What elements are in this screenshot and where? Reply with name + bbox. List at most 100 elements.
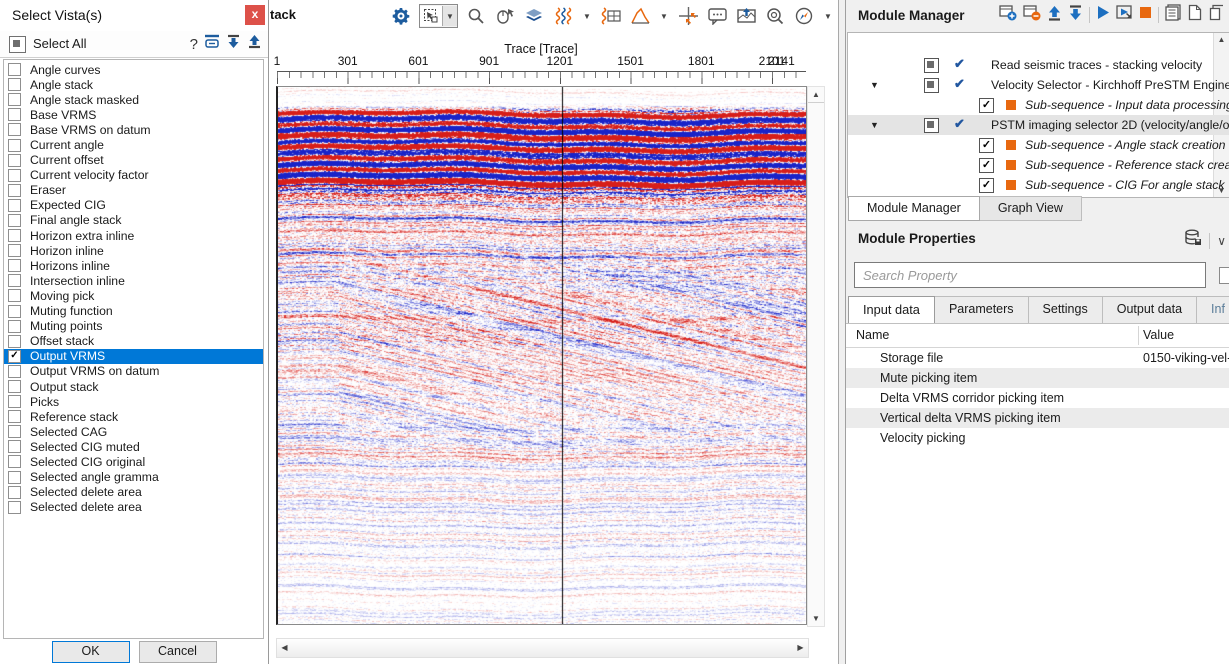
vista-item[interactable]: Horizons inline — [4, 258, 263, 273]
compass-dropdown-icon[interactable]: ▼ — [822, 12, 834, 21]
tab-inf[interactable]: Inf — [1197, 296, 1229, 324]
vista-item[interactable]: Current velocity factor — [4, 168, 263, 183]
histogram-dropdown-icon[interactable]: ▼ — [658, 12, 670, 21]
vista-item-checkbox[interactable] — [8, 501, 21, 514]
vista-item-checkbox[interactable] — [8, 274, 21, 287]
compass-icon[interactable] — [793, 5, 815, 27]
search-option-checkbox[interactable] — [1219, 267, 1229, 284]
vista-item-checkbox[interactable] — [8, 244, 21, 257]
scroll-right-icon[interactable]: ▶ — [793, 639, 808, 657]
tree-row[interactable]: ✓Sub-sequence - CIG For angle stack — [848, 175, 1229, 195]
select-region-tool[interactable]: ▼ — [419, 4, 458, 28]
scroll-up-icon[interactable]: ▲ — [1214, 35, 1229, 44]
search-property-input[interactable] — [854, 262, 1206, 288]
vista-item[interactable]: Base VRMS — [4, 107, 263, 122]
move-crosshair-icon[interactable] — [677, 5, 699, 27]
cancel-button[interactable]: Cancel — [139, 641, 217, 663]
layers-icon[interactable] — [523, 5, 545, 27]
close-icon[interactable]: x — [245, 5, 265, 25]
vista-item-checkbox[interactable] — [8, 395, 21, 408]
run-icon[interactable] — [1096, 5, 1110, 25]
select-all-checkbox[interactable] — [9, 36, 26, 53]
vista-item[interactable]: Muting points — [4, 319, 263, 334]
vista-item[interactable]: Selected CAG — [4, 424, 263, 439]
vista-item[interactable]: Eraser — [4, 183, 263, 198]
run-to-icon[interactable] — [1116, 5, 1134, 26]
module-tree[interactable]: ▲ ▼ ✔Read seismic traces - stacking velo… — [847, 32, 1229, 198]
tab-graph-view[interactable]: Graph View — [980, 196, 1082, 221]
vista-item-checkbox[interactable] — [8, 169, 21, 182]
vista-item-checkbox[interactable] — [8, 471, 21, 484]
scroll-up-icon[interactable]: ▲ — [808, 87, 824, 103]
tab-input-data[interactable]: Input data — [848, 296, 935, 324]
vista-item[interactable]: Selected CIG muted — [4, 439, 263, 454]
property-row[interactable]: Vertical delta VRMS picking item — [846, 408, 1229, 428]
vista-item-checkbox[interactable] — [8, 139, 21, 152]
database-save-icon[interactable] — [1184, 229, 1202, 252]
report-icon[interactable] — [1165, 4, 1182, 26]
tree-row[interactable]: ✔Read seismic traces - stacking velocity — [848, 55, 1229, 75]
vista-item[interactable]: ✓Output VRMS — [4, 349, 263, 364]
property-row[interactable]: Delta VRMS corridor picking item — [846, 388, 1229, 408]
vista-list[interactable]: Angle curvesAngle stackAngle stack maske… — [3, 59, 264, 639]
tab-parameters[interactable]: Parameters — [935, 296, 1029, 324]
zoom-icon[interactable] — [465, 5, 487, 27]
vista-item-checkbox[interactable] — [8, 78, 21, 91]
tree-checkbox[interactable]: ✓ — [979, 98, 994, 113]
tree-row[interactable]: ▼✔Velocity Selector - Kirchhoff PreSTM E… — [848, 75, 1229, 95]
histogram-icon[interactable] — [629, 5, 651, 27]
move-down-to-bar-icon[interactable] — [226, 34, 241, 54]
tree-checkbox[interactable] — [924, 58, 939, 73]
tree-row[interactable]: ✓Sub-sequence - Angle stack creation — [848, 135, 1229, 155]
vista-item[interactable]: Current offset — [4, 153, 263, 168]
vista-item[interactable]: Horizon extra inline — [4, 228, 263, 243]
expander-icon[interactable]: ▼ — [870, 120, 879, 130]
move-down-icon[interactable] — [1068, 5, 1083, 26]
chevron-down-icon[interactable]: ∨ — [1217, 234, 1226, 248]
mouse-interaction-icon[interactable] — [494, 5, 516, 27]
vista-item-checkbox[interactable] — [8, 259, 21, 272]
scroll-left-icon[interactable]: ◀ — [277, 639, 292, 657]
vista-item-checkbox[interactable] — [8, 108, 21, 121]
vista-item-checkbox[interactable] — [8, 365, 21, 378]
vista-item[interactable]: Expected CIG — [4, 198, 263, 213]
tree-checkbox[interactable]: ✓ — [979, 178, 994, 193]
vista-item[interactable]: Current angle — [4, 137, 263, 152]
vista-item-checkbox[interactable]: ✓ — [8, 350, 21, 363]
vista-item[interactable]: Angle stack masked — [4, 92, 263, 107]
vista-item-checkbox[interactable] — [8, 486, 21, 499]
select-region-icon[interactable] — [420, 6, 443, 26]
vista-item-checkbox[interactable] — [8, 184, 21, 197]
tree-checkbox[interactable]: ✓ — [979, 158, 994, 173]
settings-gear-icon[interactable] — [390, 5, 412, 27]
vista-item-checkbox[interactable] — [8, 199, 21, 212]
property-row[interactable]: Mute picking item — [846, 368, 1229, 388]
vista-item[interactable]: Base VRMS on datum — [4, 122, 263, 137]
vista-item-checkbox[interactable] — [8, 380, 21, 393]
horizontal-scrollbar[interactable]: ◀ ▶ — [276, 638, 809, 658]
move-up-icon[interactable] — [1047, 5, 1062, 26]
tab-settings[interactable]: Settings — [1029, 296, 1103, 324]
vista-item-checkbox[interactable] — [8, 289, 21, 302]
wiggle-display-icon[interactable] — [552, 5, 574, 27]
vista-item[interactable]: Selected CIG original — [4, 454, 263, 469]
property-row[interactable]: Storage file0150-viking-vel-s — [846, 348, 1229, 368]
loupe-icon[interactable] — [764, 5, 786, 27]
remove-module-icon[interactable] — [1023, 4, 1041, 26]
tree-checkbox[interactable] — [924, 118, 939, 133]
vista-item[interactable]: Angle curves — [4, 62, 263, 77]
ok-button[interactable]: OK — [52, 641, 130, 663]
vista-item[interactable]: Horizon inline — [4, 243, 263, 258]
vista-item[interactable]: Selected angle gramma — [4, 470, 263, 485]
new-document-icon[interactable] — [1188, 4, 1202, 26]
tree-row[interactable]: ✓Sub-sequence - Input data processing — [848, 95, 1229, 115]
vista-item[interactable]: Final angle stack — [4, 213, 263, 228]
trace-table-icon[interactable] — [600, 5, 622, 27]
vista-item-checkbox[interactable] — [8, 214, 21, 227]
vista-item-checkbox[interactable] — [8, 305, 21, 318]
scroll-down-icon[interactable]: ▼ — [808, 611, 824, 626]
add-module-icon[interactable] — [999, 4, 1017, 26]
wiggle-display-dropdown-icon[interactable]: ▼ — [581, 12, 593, 21]
vista-item[interactable]: Intersection inline — [4, 273, 263, 288]
vista-item-checkbox[interactable] — [8, 455, 21, 468]
